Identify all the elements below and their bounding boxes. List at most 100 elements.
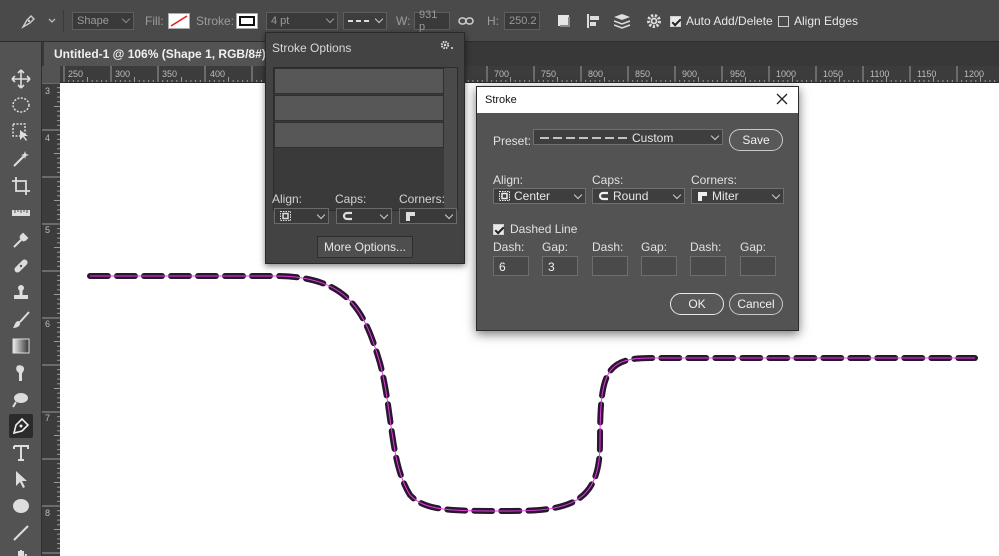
align-select[interactable]: Center <box>493 188 586 204</box>
pen-tool-icon[interactable] <box>9 414 33 438</box>
caps-select[interactable] <box>336 208 392 224</box>
fill-swatch[interactable] <box>168 0 190 42</box>
vertical-ruler: 3 4 5 6 7 8 <box>42 83 60 556</box>
gap-3-input[interactable] <box>740 256 776 276</box>
ruler-label: 750 <box>541 69 557 79</box>
photoshop-window: Shape Fill: Stroke: 4 pt W: 931 p H: 250… <box>0 0 999 556</box>
close-icon[interactable] <box>774 91 790 107</box>
gradient-tool-icon[interactable] <box>9 334 33 358</box>
brush-tool-icon[interactable] <box>9 308 33 332</box>
gap-2-input[interactable] <box>641 256 677 276</box>
preset-select[interactable]: Custom <box>533 129 723 145</box>
gap-1-input[interactable]: 3 <box>542 256 578 276</box>
caps-label: Caps: <box>592 173 624 187</box>
ellipse-tool-icon[interactable] <box>9 494 33 518</box>
ruler-label: 900 <box>682 69 698 79</box>
healing-brush-tool-icon[interactable] <box>9 254 33 278</box>
dashed-line-icon <box>348 20 372 22</box>
clone-stamp-tool-icon[interactable] <box>9 281 33 305</box>
chevron-down-icon <box>374 14 384 24</box>
document-tab[interactable]: Untitled-1 @ 106% (Shape 1, RGB/8#) <box>44 42 269 66</box>
dodge-tool-icon[interactable] <box>9 387 33 411</box>
auto-add-delete-checkbox[interactable]: Auto Add/Delete <box>670 0 773 42</box>
caps-value: Round <box>613 189 649 203</box>
ruler-label: 700 <box>494 69 510 79</box>
align-select[interactable] <box>274 208 329 224</box>
preset-dashed-line[interactable] <box>274 95 444 121</box>
corners-select[interactable]: Miter <box>691 188 784 204</box>
pen-tool-preset-icon[interactable] <box>20 0 38 42</box>
hand-tool-icon[interactable] <box>9 545 33 556</box>
ruler-tool-icon[interactable] <box>9 201 33 225</box>
preset-value: Custom <box>632 131 674 145</box>
preset-scrollbar[interactable] <box>444 68 457 210</box>
stroke-width-value: 4 pt <box>271 15 290 27</box>
align-edges-checkbox[interactable]: Align Edges <box>778 0 858 42</box>
miter-corner-icon <box>406 212 415 221</box>
path-selection-tool-icon[interactable] <box>9 467 33 491</box>
round-cap-icon <box>342 211 352 221</box>
dash-3-input[interactable] <box>690 256 726 276</box>
mode-select-value: Shape <box>77 15 109 27</box>
caps-label: Caps: <box>335 192 367 206</box>
h-label: H: <box>487 14 499 28</box>
caps-select[interactable]: Round <box>592 188 685 204</box>
path-alignment-icon[interactable] <box>585 0 601 42</box>
eyedropper-tool-icon[interactable] <box>9 228 33 252</box>
stroke-swatch[interactable] <box>236 0 258 42</box>
gear-icon[interactable] <box>440 39 454 54</box>
cancel-button[interactable]: Cancel <box>729 293 783 315</box>
save-button[interactable]: Save <box>729 129 783 151</box>
chevron-down-icon <box>379 210 389 220</box>
ruler-label: 850 <box>635 69 651 79</box>
gear-icon[interactable] <box>645 0 663 42</box>
type-tool-icon[interactable] <box>9 441 33 465</box>
ok-button-label: OK <box>688 297 706 311</box>
line-tool-icon[interactable] <box>9 521 33 545</box>
align-label: Align: <box>272 192 303 206</box>
preset-dotted-line[interactable] <box>274 122 444 148</box>
corners-label: Corners: <box>691 173 738 187</box>
path-arrangement-icon[interactable] <box>614 0 634 42</box>
chevron-down-icon <box>771 190 781 200</box>
stroke-preset-list <box>273 67 458 211</box>
align-edges-label: Align Edges <box>794 14 859 28</box>
chevron-down-icon <box>444 210 454 220</box>
ruler-label: 8 <box>45 508 51 518</box>
dash-2-input[interactable] <box>592 256 628 276</box>
checkbox-checked-icon <box>493 223 504 235</box>
tool-preset-chevron-icon[interactable] <box>47 0 57 42</box>
ok-button[interactable]: OK <box>670 293 724 315</box>
magic-wand-tool-icon[interactable] <box>9 147 33 171</box>
ruler-label: 5 <box>45 225 51 235</box>
checkbox-checked-icon <box>670 15 681 27</box>
mode-select[interactable]: Shape <box>72 0 134 42</box>
move-tool-icon[interactable] <box>9 67 33 91</box>
height-field[interactable]: 250.2 <box>504 0 540 42</box>
align-label: Align: <box>493 173 524 187</box>
dash-2-label: Dash: <box>592 240 624 254</box>
dashed-line-icon <box>540 137 630 139</box>
preset-solid-line[interactable] <box>274 68 444 94</box>
more-options-button[interactable]: More Options... <box>317 236 413 258</box>
dashed-line-label: Dashed Line <box>510 222 578 236</box>
fill-label: Fill: <box>145 14 164 28</box>
ruler-label: 1050 <box>823 69 844 79</box>
document-tab-bar: Untitled-1 @ 106% (Shape 1, RGB/8#) <box>42 42 999 66</box>
dash-1-input[interactable]: 6 <box>493 256 529 276</box>
object-selection-tool-icon[interactable] <box>9 120 33 144</box>
ruler-label: 250 <box>68 69 84 79</box>
ruler-label: 800 <box>588 69 604 79</box>
ellipse-marquee-tool-icon[interactable] <box>9 93 33 117</box>
chevron-down-icon <box>316 210 326 220</box>
corners-select[interactable] <box>399 208 457 224</box>
crop-tool-icon[interactable] <box>9 174 33 198</box>
smudge-tool-icon[interactable] <box>9 361 33 385</box>
ruler-label: 300 <box>115 69 131 79</box>
chevron-down-icon <box>672 190 682 200</box>
stroke-label: Stroke: <box>196 14 235 28</box>
dashed-line-checkbox[interactable]: Dashed Line <box>493 222 577 236</box>
miter-corner-icon <box>698 192 707 201</box>
ruler-label: 1150 <box>917 69 937 79</box>
path-operations-icon[interactable] <box>556 0 572 42</box>
